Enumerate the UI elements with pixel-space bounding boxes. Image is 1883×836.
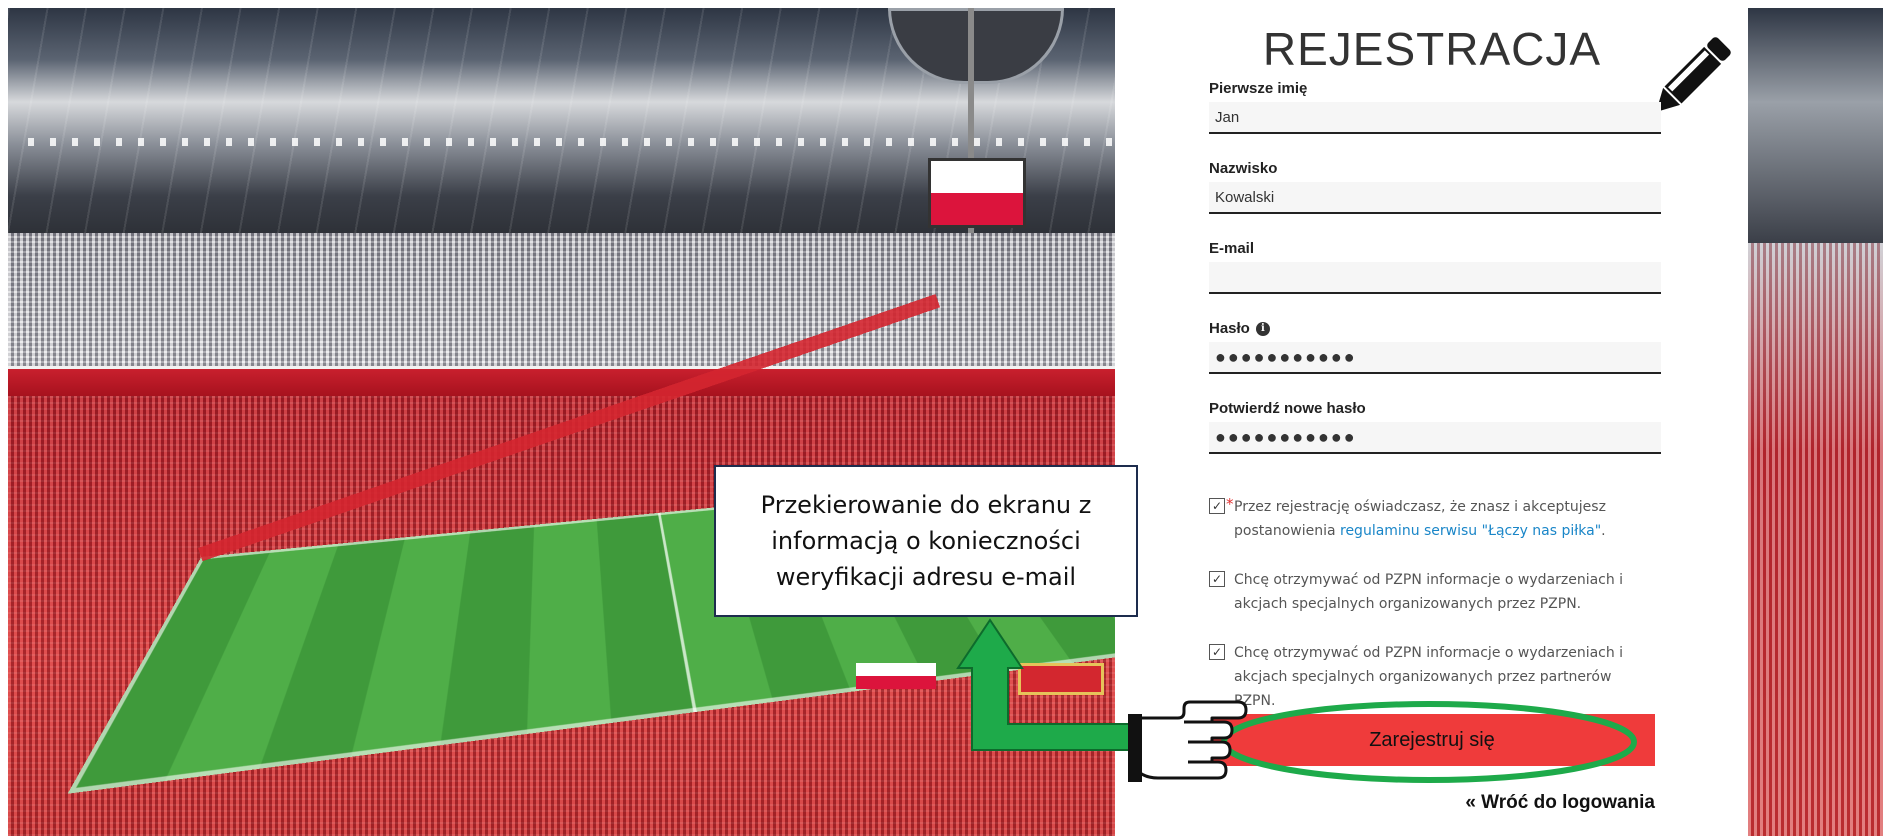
email-label-text: E-mail (1209, 240, 1254, 257)
terms-text: Przez rejestrację oświadczasz, że znasz … (1234, 495, 1654, 543)
pzpn-news-consent: ✓ Chcę otrzymywać od PZPN informacje o w… (1209, 568, 1669, 618)
confirm-password-group: Potwierdź nowe hasło (1209, 400, 1655, 454)
confirm-password-label-text: Potwierdź nowe hasło (1209, 400, 1366, 417)
password-group: Hasło i (1209, 320, 1655, 374)
confirm-password-label: Potwierdź nowe hasło (1209, 400, 1655, 417)
required-star: * (1226, 495, 1234, 513)
pzpn-news-checkbox[interactable]: ✓ (1209, 571, 1225, 587)
stadium-background-image-right (1748, 8, 1883, 836)
first-name-label: Pierwsze imię (1209, 80, 1655, 97)
confirm-password-field[interactable] (1209, 422, 1661, 454)
last-name-group: Nazwisko (1209, 160, 1655, 214)
partners-news-text: Chcę otrzymywać od PZPN informacje o wyd… (1234, 641, 1654, 713)
annotation-callout-text: Przekierowanie do ekranu z informacją o … (730, 487, 1122, 595)
last-name-label: Nazwisko (1209, 160, 1655, 177)
terms-consent: ✓ * Przez rejestrację oświadczasz, że zn… (1209, 495, 1669, 545)
first-name-group: Pierwsze imię (1209, 80, 1655, 134)
email-field[interactable] (1209, 262, 1661, 294)
stadium-screen-flag (928, 158, 1026, 228)
password-label: Hasło i (1209, 320, 1655, 337)
last-name-label-text: Nazwisko (1209, 160, 1277, 177)
terms-checkbox[interactable]: ✓ (1209, 498, 1225, 514)
email-group: E-mail (1209, 240, 1655, 294)
back-to-login-link[interactable]: « Wróć do logowania (1459, 792, 1655, 814)
stadium-lights (28, 138, 1115, 146)
last-name-field[interactable] (1209, 182, 1661, 214)
register-button[interactable]: Zarejestruj się (1209, 714, 1655, 766)
password-field[interactable] (1209, 342, 1661, 374)
partners-news-consent: ✓ Chcę otrzymywać od PZPN informacje o w… (1209, 641, 1669, 691)
email-label: E-mail (1209, 240, 1655, 257)
registration-panel: REJESTRACJA Pierwsze imię Nazwisko E-mai… (1116, 8, 1748, 836)
partners-news-checkbox[interactable]: ✓ (1209, 644, 1225, 660)
pzpn-news-text: Chcę otrzymywać od PZPN informacje o wyd… (1234, 568, 1654, 616)
annotation-callout: Przekierowanie do ekranu z informacją o … (714, 465, 1138, 617)
stadium-upper-stand (8, 233, 1115, 368)
first-name-field[interactable] (1209, 102, 1661, 134)
stadium-roof-right (1748, 8, 1883, 243)
stadium-background-image (8, 8, 1115, 836)
terms-link[interactable]: regulaminu serwisu "Łączy nas piłka" (1340, 523, 1601, 539)
pitch-midline (658, 513, 697, 713)
pitch-flag-red (1018, 663, 1104, 695)
pitch-flag-poland (856, 663, 936, 689)
stadium-stand-right (1748, 243, 1883, 836)
info-icon[interactable]: i (1256, 322, 1270, 336)
terms-text-after: . (1601, 523, 1605, 539)
password-label-text: Hasło (1209, 320, 1250, 337)
first-name-label-text: Pierwsze imię (1209, 80, 1307, 97)
